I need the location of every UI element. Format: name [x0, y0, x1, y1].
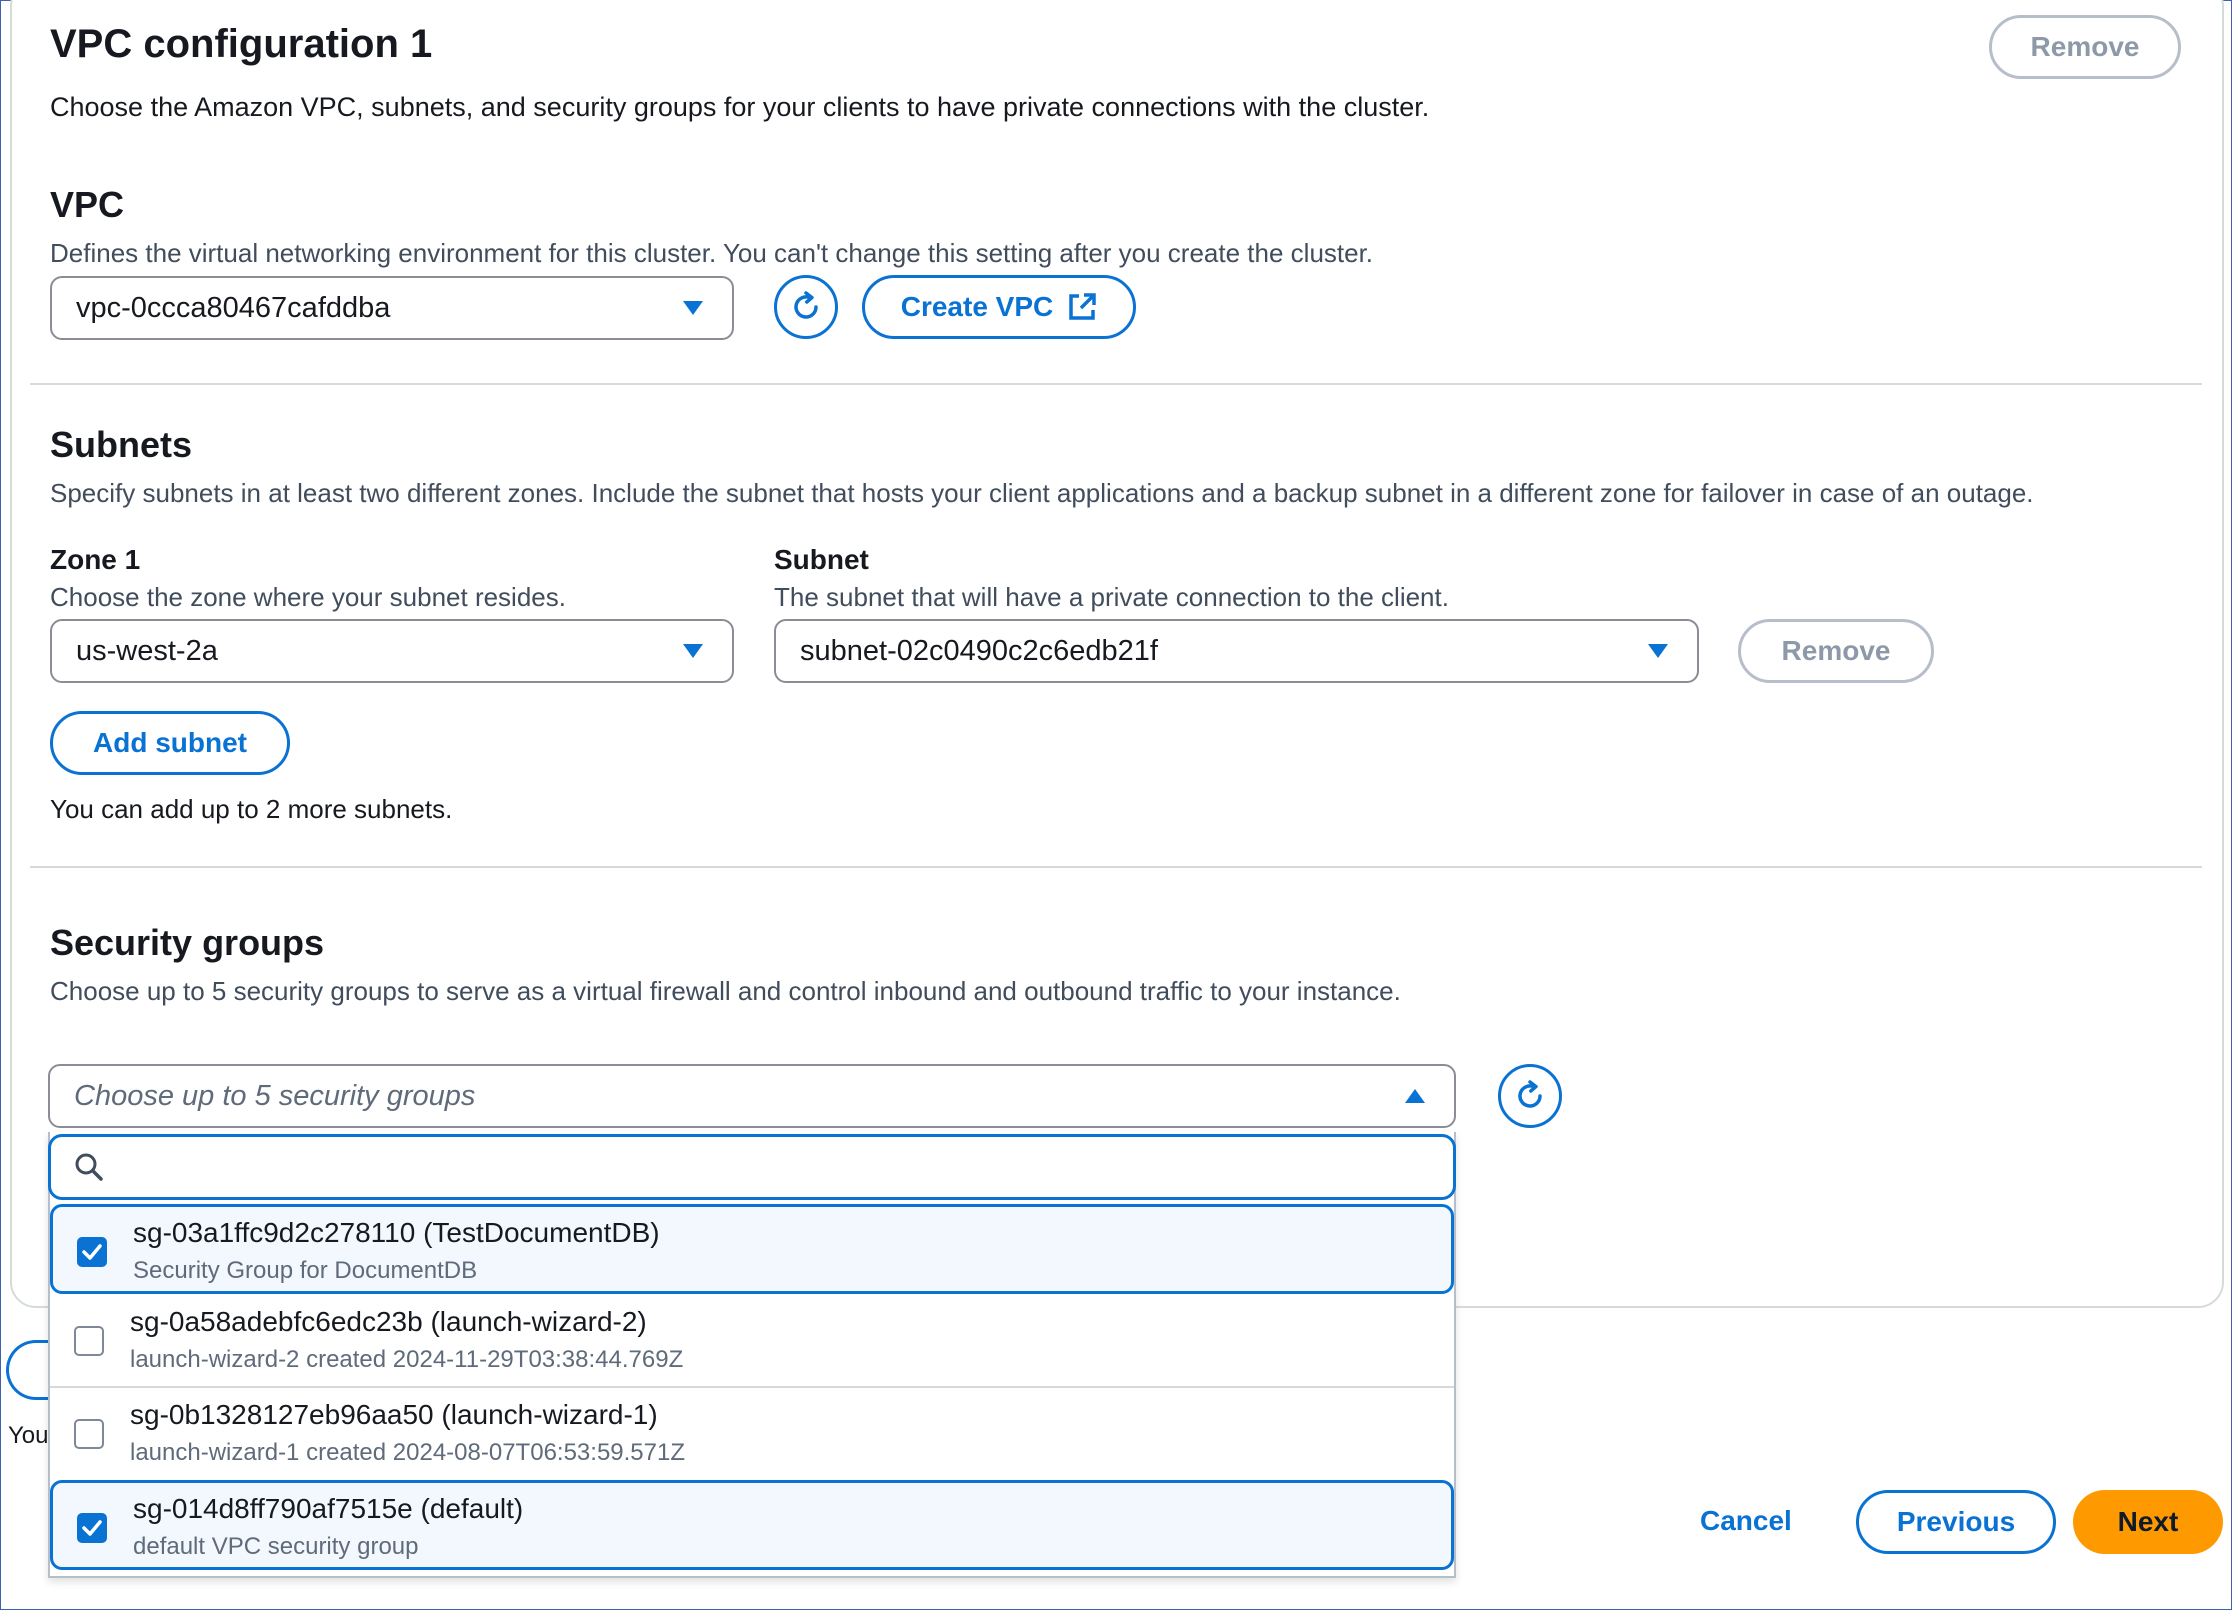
option-divider	[50, 1386, 1454, 1388]
caret-down-icon	[1648, 644, 1668, 658]
refresh-icon	[794, 291, 818, 319]
checkbox-unchecked[interactable]	[74, 1326, 104, 1356]
vpc-heading: VPC	[50, 184, 125, 225]
security-group-option[interactable]: sg-0a58adebfc6edc23b (launch-wizard-2) l…	[50, 1296, 1454, 1386]
section-divider	[30, 866, 2202, 868]
security-groups-heading: Security groups	[50, 922, 325, 963]
subnet-hint: The subnet that will have a private conn…	[774, 582, 1449, 612]
security-group-name: sg-014d8ff790af7515e (default)	[133, 1493, 524, 1524]
security-group-description: launch-wizard-2 created 2024-11-29T03:38…	[130, 1346, 684, 1373]
create-vpc-button[interactable]: Create VPC	[862, 275, 1136, 339]
remove-subnet-button[interactable]: Remove	[1738, 619, 1934, 683]
refresh-vpc-button[interactable]	[774, 275, 838, 339]
security-group-option[interactable]: sg-014d8ff790af7515e (default) default V…	[50, 1480, 1454, 1570]
add-subnet-button[interactable]: Add subnet	[50, 711, 290, 775]
checkmark-icon	[82, 1520, 102, 1536]
subnet-label: Subnet	[774, 544, 869, 575]
caret-down-icon	[683, 301, 703, 315]
external-link-icon	[1069, 293, 1096, 320]
subnet-limit-note: You can add up to 2 more subnets.	[50, 794, 453, 824]
previous-button[interactable]: Previous	[1856, 1490, 2056, 1554]
security-group-option[interactable]: sg-03a1ffc9d2c278110 (TestDocumentDB) Se…	[50, 1204, 1454, 1294]
cancel-button[interactable]: Cancel	[1700, 1505, 1792, 1537]
security-groups-search[interactable]	[48, 1134, 1456, 1200]
security-group-name: sg-03a1ffc9d2c278110 (TestDocumentDB)	[133, 1217, 660, 1248]
refresh-security-groups-button[interactable]	[1498, 1064, 1562, 1128]
checkbox-checked[interactable]	[77, 1237, 107, 1267]
security-group-description: Security Group for DocumentDB	[133, 1257, 478, 1284]
create-vpc-label: Create VPC	[900, 291, 1054, 322]
zone-select-value: us-west-2a	[76, 634, 218, 667]
subnet-select-value: subnet-02c0490c2c6edb21f	[800, 634, 1158, 667]
security-groups-placeholder: Choose up to 5 security groups	[74, 1079, 476, 1112]
zone-hint: Choose the zone where your subnet reside…	[50, 582, 566, 612]
vpc-select-value: vpc-0ccca80467cafddba	[76, 291, 391, 324]
caret-down-icon	[683, 644, 703, 658]
remove-vpc-config-button[interactable]: Remove	[1989, 15, 2181, 79]
refresh-icon	[1518, 1080, 1542, 1108]
security-group-description: default VPC security group	[133, 1533, 419, 1560]
zone-select[interactable]: us-west-2a	[50, 619, 734, 683]
checkmark-icon	[82, 1244, 102, 1260]
security-groups-search-input[interactable]	[119, 1150, 1423, 1184]
hidden-note-text: You	[8, 1422, 49, 1449]
vpc-config-description: Choose the Amazon VPC, subnets, and secu…	[50, 92, 1430, 122]
vpc-description: Defines the virtual networking environme…	[50, 238, 1374, 268]
checkbox-unchecked[interactable]	[74, 1419, 104, 1449]
vpc-config-title: VPC configuration 1	[50, 22, 433, 66]
subnets-heading: Subnets	[50, 424, 193, 465]
checkbox-checked[interactable]	[77, 1513, 107, 1543]
security-group-name: sg-0b1328127eb96aa50 (launch-wizard-1)	[130, 1399, 658, 1430]
security-group-description: launch-wizard-1 created 2024-08-07T06:53…	[130, 1439, 686, 1466]
security-groups-description: Choose up to 5 security groups to serve …	[50, 976, 1401, 1006]
search-icon	[75, 1153, 103, 1181]
zone-label: Zone 1	[50, 544, 141, 575]
security-groups-multiselect[interactable]: Choose up to 5 security groups	[48, 1064, 1456, 1128]
vpc-select[interactable]: vpc-0ccca80467cafddba	[50, 276, 734, 340]
section-divider	[30, 383, 2202, 385]
next-button[interactable]: Next	[2073, 1490, 2223, 1554]
subnet-select[interactable]: subnet-02c0490c2c6edb21f	[774, 619, 1699, 683]
security-group-name: sg-0a58adebfc6edc23b (launch-wizard-2)	[130, 1306, 647, 1337]
caret-up-icon	[1405, 1089, 1425, 1103]
subnets-description: Specify subnets in at least two differen…	[50, 478, 2034, 508]
security-group-option[interactable]: sg-0b1328127eb96aa50 (launch-wizard-1) l…	[50, 1389, 1454, 1479]
